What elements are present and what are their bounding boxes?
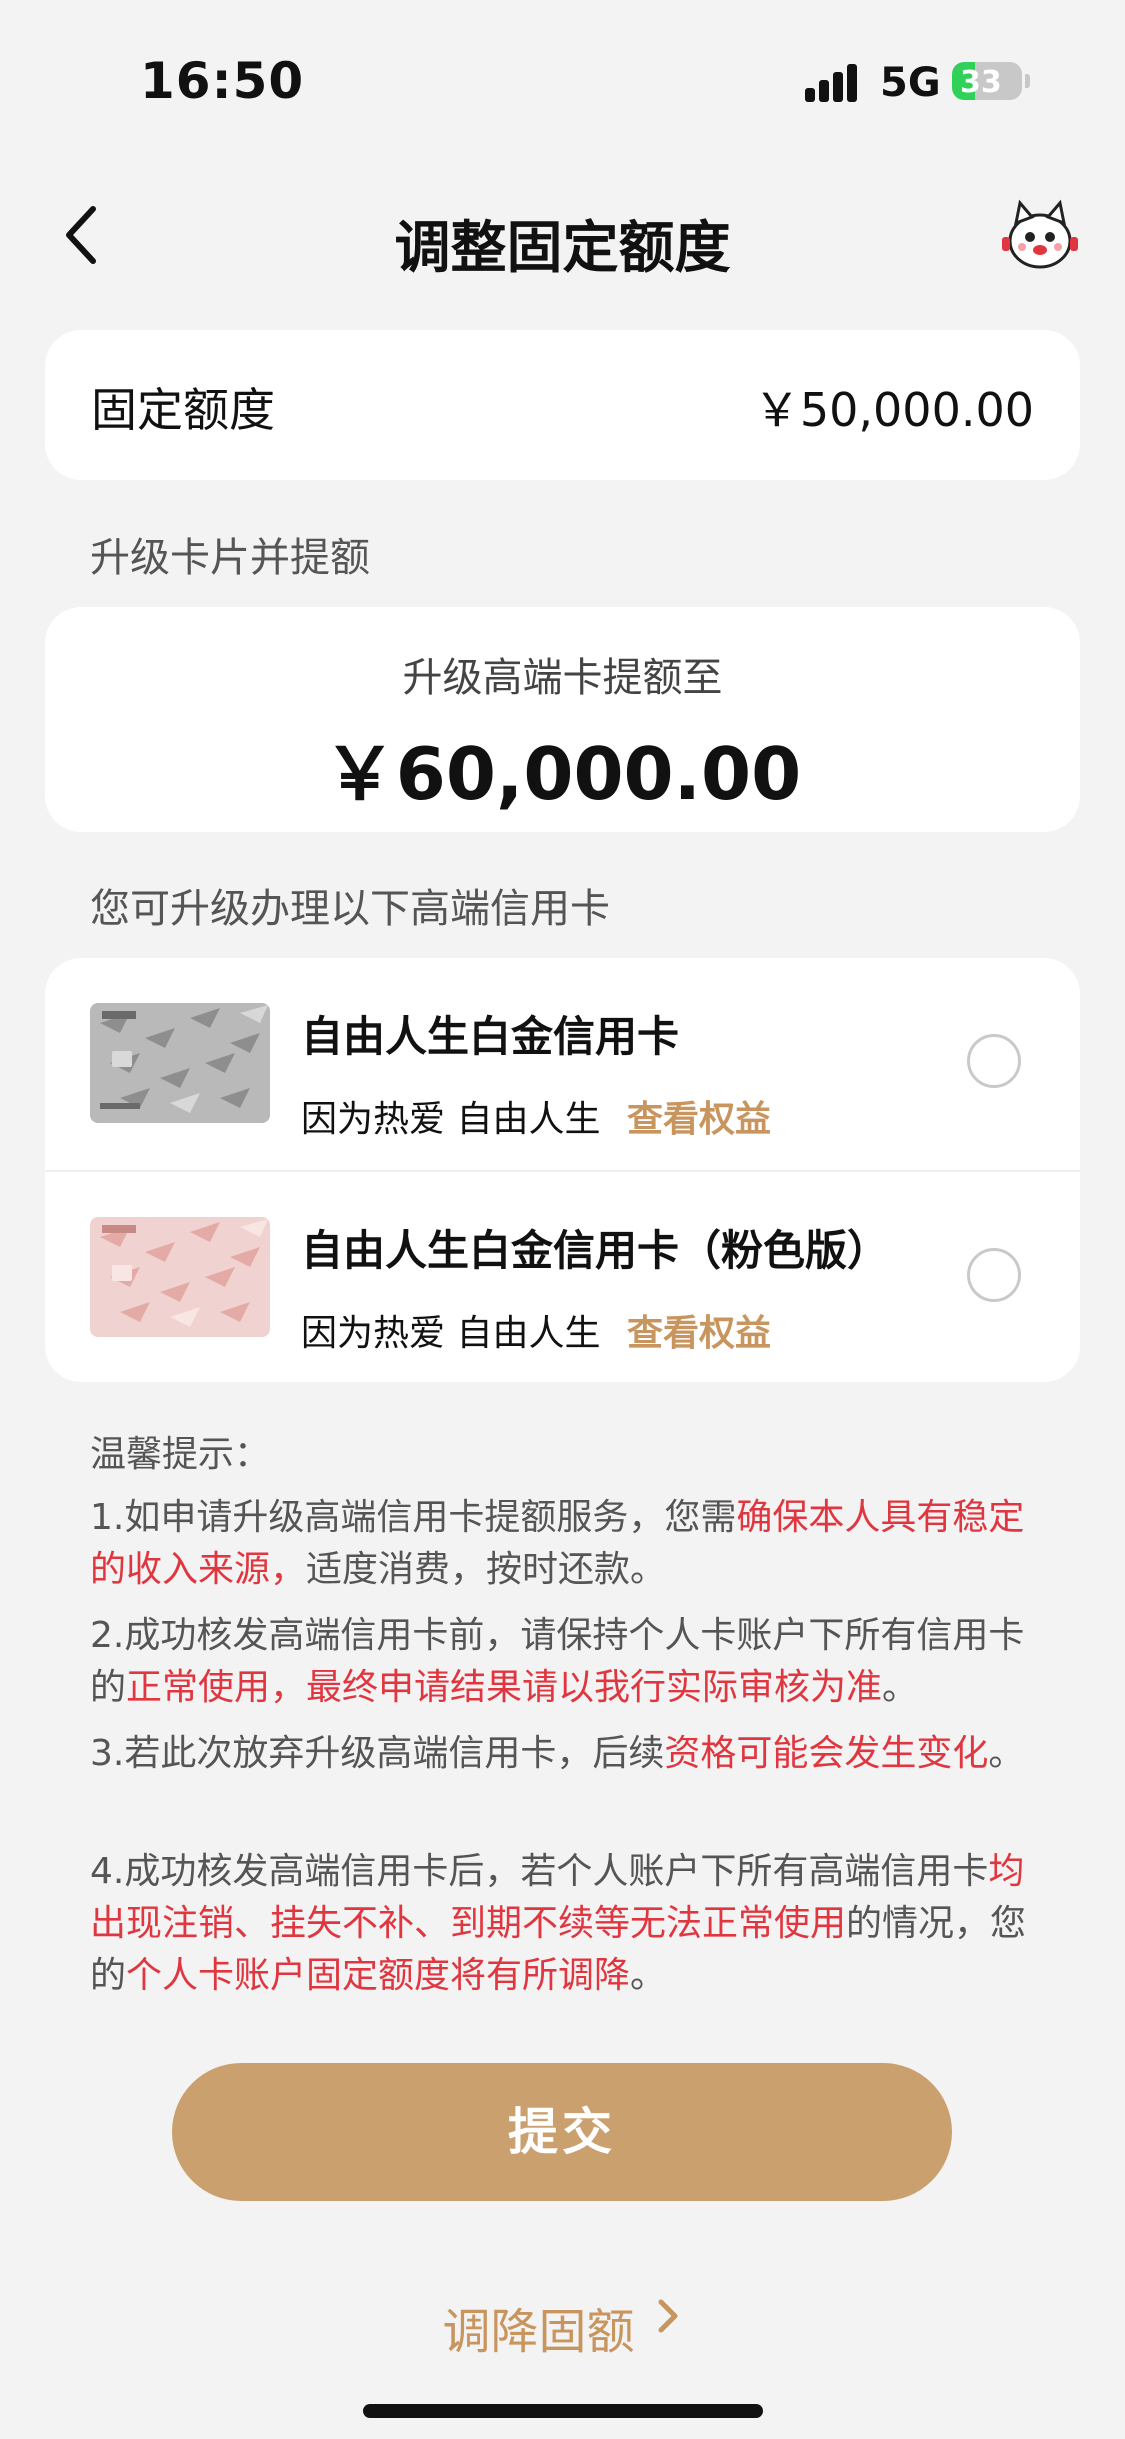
battery-tip — [1025, 74, 1030, 88]
tip-text: 1.如申请升级高端信用卡提额服务，您需 — [90, 1497, 737, 1538]
tip-text: 。 — [882, 1667, 919, 1708]
cards-section-label: 您可升级办理以下高端信用卡 — [90, 886, 610, 932]
upgrade-amount: ￥60,000.00 — [323, 732, 802, 816]
card-description: 因为热爱 自由人生 — [301, 1099, 601, 1140]
status-time: 16:50 — [140, 52, 305, 110]
tip-text: 。 — [988, 1733, 1025, 1774]
upgrade-section-label: 升级卡片并提额 — [90, 535, 370, 581]
chevron-right-icon — [653, 2292, 683, 2352]
card-image-gray — [90, 1003, 270, 1123]
tip-text: 3.若此次放弃升级高端信用卡，后续 — [90, 1733, 665, 1774]
card-description: 因为热爱 自由人生 — [301, 1313, 601, 1354]
fixed-limit-value: ￥50,000.00 — [753, 383, 1034, 437]
tip-2: 2.成功核发高端信用卡前，请保持个人卡账户下所有信用卡的正常使用，最终申请结果请… — [90, 1610, 1035, 1714]
tip-1: 1.如申请升级高端信用卡提额服务，您需确保本人具有稳定的收入来源，适度消费，按时… — [90, 1492, 1035, 1596]
card-option-platinum-pink[interactable]: 自由人生白金信用卡（粉色版） 因为热爱 自由人生 查看权益 — [45, 1170, 1080, 1384]
upgrade-subtitle: 升级高端卡提额至 — [402, 655, 723, 701]
submit-button[interactable]: 提交 — [172, 2063, 952, 2201]
view-benefits-link[interactable]: 查看权益 — [627, 1304, 771, 1356]
card-option-platinum[interactable]: 自由人生白金信用卡 因为热爱 自由人生 查看权益 — [45, 958, 1080, 1170]
tip-text: 。 — [630, 1955, 667, 1996]
nav-bar: 调整固定额度 — [0, 185, 1125, 285]
battery-icon: 33 — [952, 62, 1022, 100]
network-type: 5G — [880, 60, 941, 106]
tip-3: 3.若此次放弃升级高端信用卡，后续资格可能会发生变化。 — [90, 1728, 1035, 1780]
cellular-signal-icon — [805, 62, 865, 102]
card-select-radio[interactable] — [967, 1034, 1021, 1088]
tip-text: 4.成功核发高端信用卡后，若个人账户下所有高端信用卡 — [90, 1851, 989, 1892]
card-name: 自由人生白金信用卡 — [301, 1012, 680, 1061]
card-select-radio[interactable] — [967, 1248, 1021, 1302]
home-indicator[interactable] — [363, 2404, 763, 2418]
card-options-list: 自由人生白金信用卡 因为热爱 自由人生 查看权益 自由人生白金信用卡（粉色版） … — [45, 958, 1080, 1382]
tip-text: 适度消费，按时还款。 — [306, 1549, 667, 1590]
page-title: 调整固定额度 — [394, 216, 731, 281]
tips-title: 温馨提示： — [90, 1434, 271, 1475]
lower-limit-link[interactable]: 调降固额 — [0, 2292, 1125, 2362]
view-benefits-link[interactable]: 查看权益 — [627, 1090, 771, 1142]
tip-4: 4.成功核发高端信用卡后，若个人账户下所有高端信用卡均出现注销、挂失不补、到期不… — [90, 1846, 1035, 2002]
upgrade-limit-card: 升级高端卡提额至 ￥60,000.00 — [45, 607, 1080, 832]
card-name: 自由人生白金信用卡（粉色版） — [301, 1226, 890, 1275]
tip-highlight: 资格可能会发生变化 — [664, 1733, 989, 1774]
status-bar: 16:50 5G 33 — [0, 0, 1125, 160]
fixed-limit-card: 固定额度 ￥50,000.00 — [45, 330, 1080, 480]
battery-percent: 33 — [960, 65, 1002, 100]
lower-limit-label: 调降固额 — [442, 2304, 635, 2360]
tip-highlight: 正常使用，最终申请结果请以我行实际审核为准 — [126, 1667, 883, 1708]
mascot-avatar-icon[interactable] — [1000, 195, 1080, 275]
tip-highlight: 个人卡账户固定额度将有所调降 — [126, 1955, 631, 1996]
fixed-limit-label: 固定额度 — [91, 383, 275, 437]
card-image-pink — [90, 1217, 270, 1337]
